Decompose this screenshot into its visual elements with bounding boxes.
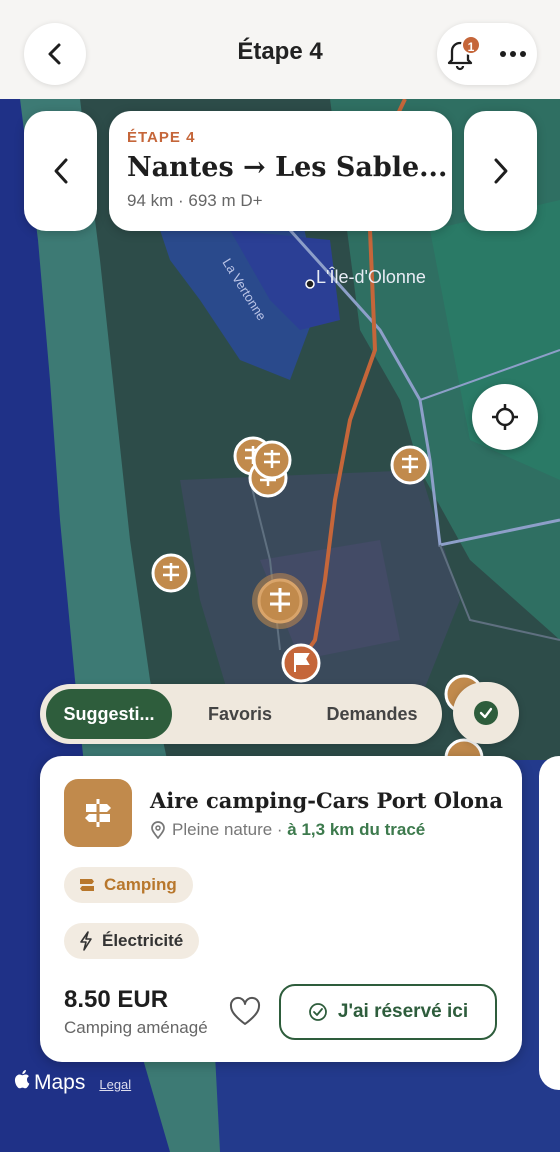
next-stage-button[interactable] <box>464 111 537 231</box>
next-place-card[interactable] <box>539 756 560 1090</box>
chevron-right-icon <box>494 158 507 184</box>
filter-tabs: Suggesti... Favoris Demandes <box>40 684 442 744</box>
map-marker-camping[interactable] <box>252 440 292 480</box>
place-price-subtitle: Camping aménagé <box>64 1018 208 1037</box>
tab-demandes[interactable]: Demandes <box>310 689 434 739</box>
place-card[interactable]: Aire camping-Cars Port Olona Pleine natu… <box>40 756 522 1062</box>
place-sub-separator: · <box>272 820 288 839</box>
locate-me-button[interactable] <box>472 384 538 450</box>
more-options-button[interactable] <box>495 40 531 68</box>
location-pin-icon <box>151 821 165 839</box>
tag-electricite-label: Électricité <box>102 931 184 950</box>
more-dots-icon <box>500 51 526 57</box>
apple-logo-icon <box>14 1070 30 1089</box>
tab-favoris[interactable]: Favoris <box>186 689 294 739</box>
crosshair-icon <box>492 404 518 430</box>
legal-link[interactable]: Legal <box>99 1077 131 1092</box>
check-icon <box>474 701 498 725</box>
map-place-label: L'Île-d'Olonne <box>316 267 426 287</box>
map-marker-camping[interactable] <box>390 445 430 485</box>
heart-icon[interactable] <box>229 996 261 1028</box>
tab-suggestions[interactable]: Suggesti... <box>46 689 172 739</box>
tag-camping: Camping <box>64 867 193 903</box>
place-distance: à 1,3 km du tracé <box>287 820 426 839</box>
signpost-icon <box>64 779 132 847</box>
reserve-button[interactable]: J'ai réservé ici <box>279 984 497 1040</box>
lightning-icon <box>80 931 92 951</box>
stage-card[interactable]: ÉTAPE 4 Nantes → Les Sable... 94 km · 69… <box>109 111 452 231</box>
stage-meta: 94 km · 693 m D+ <box>127 191 263 210</box>
tag-electricite: Électricité <box>64 923 200 959</box>
chevron-left-icon <box>54 158 67 184</box>
tag-camping-label: Camping <box>104 875 177 894</box>
signpost-icon <box>80 879 94 891</box>
place-location: Pleine nature <box>172 820 273 839</box>
booked-filter-button[interactable] <box>453 682 519 744</box>
previous-stage-button[interactable] <box>24 111 97 231</box>
place-price: 8.50 EUR <box>64 986 169 1013</box>
maps-label: Maps <box>34 1071 86 1094</box>
reserve-label: J'ai réservé ici <box>337 1001 469 1022</box>
place-title: Aire camping-Cars Port Olona <box>150 788 503 813</box>
place-subtitle: Pleine nature · à 1,3 km du tracé <box>150 820 425 840</box>
map-marker-finish-flag[interactable] <box>281 643 321 683</box>
check-circle-icon <box>308 1003 327 1021</box>
notification-badge: 1 <box>461 35 481 55</box>
map-marker-camping[interactable] <box>151 553 191 593</box>
stage-route: Nantes → Les Sable... <box>127 152 448 183</box>
map-marker-selected[interactable] <box>252 573 308 629</box>
maps-attribution: Maps Legal <box>14 1069 131 1095</box>
stage-label: ÉTAPE 4 <box>127 129 196 146</box>
